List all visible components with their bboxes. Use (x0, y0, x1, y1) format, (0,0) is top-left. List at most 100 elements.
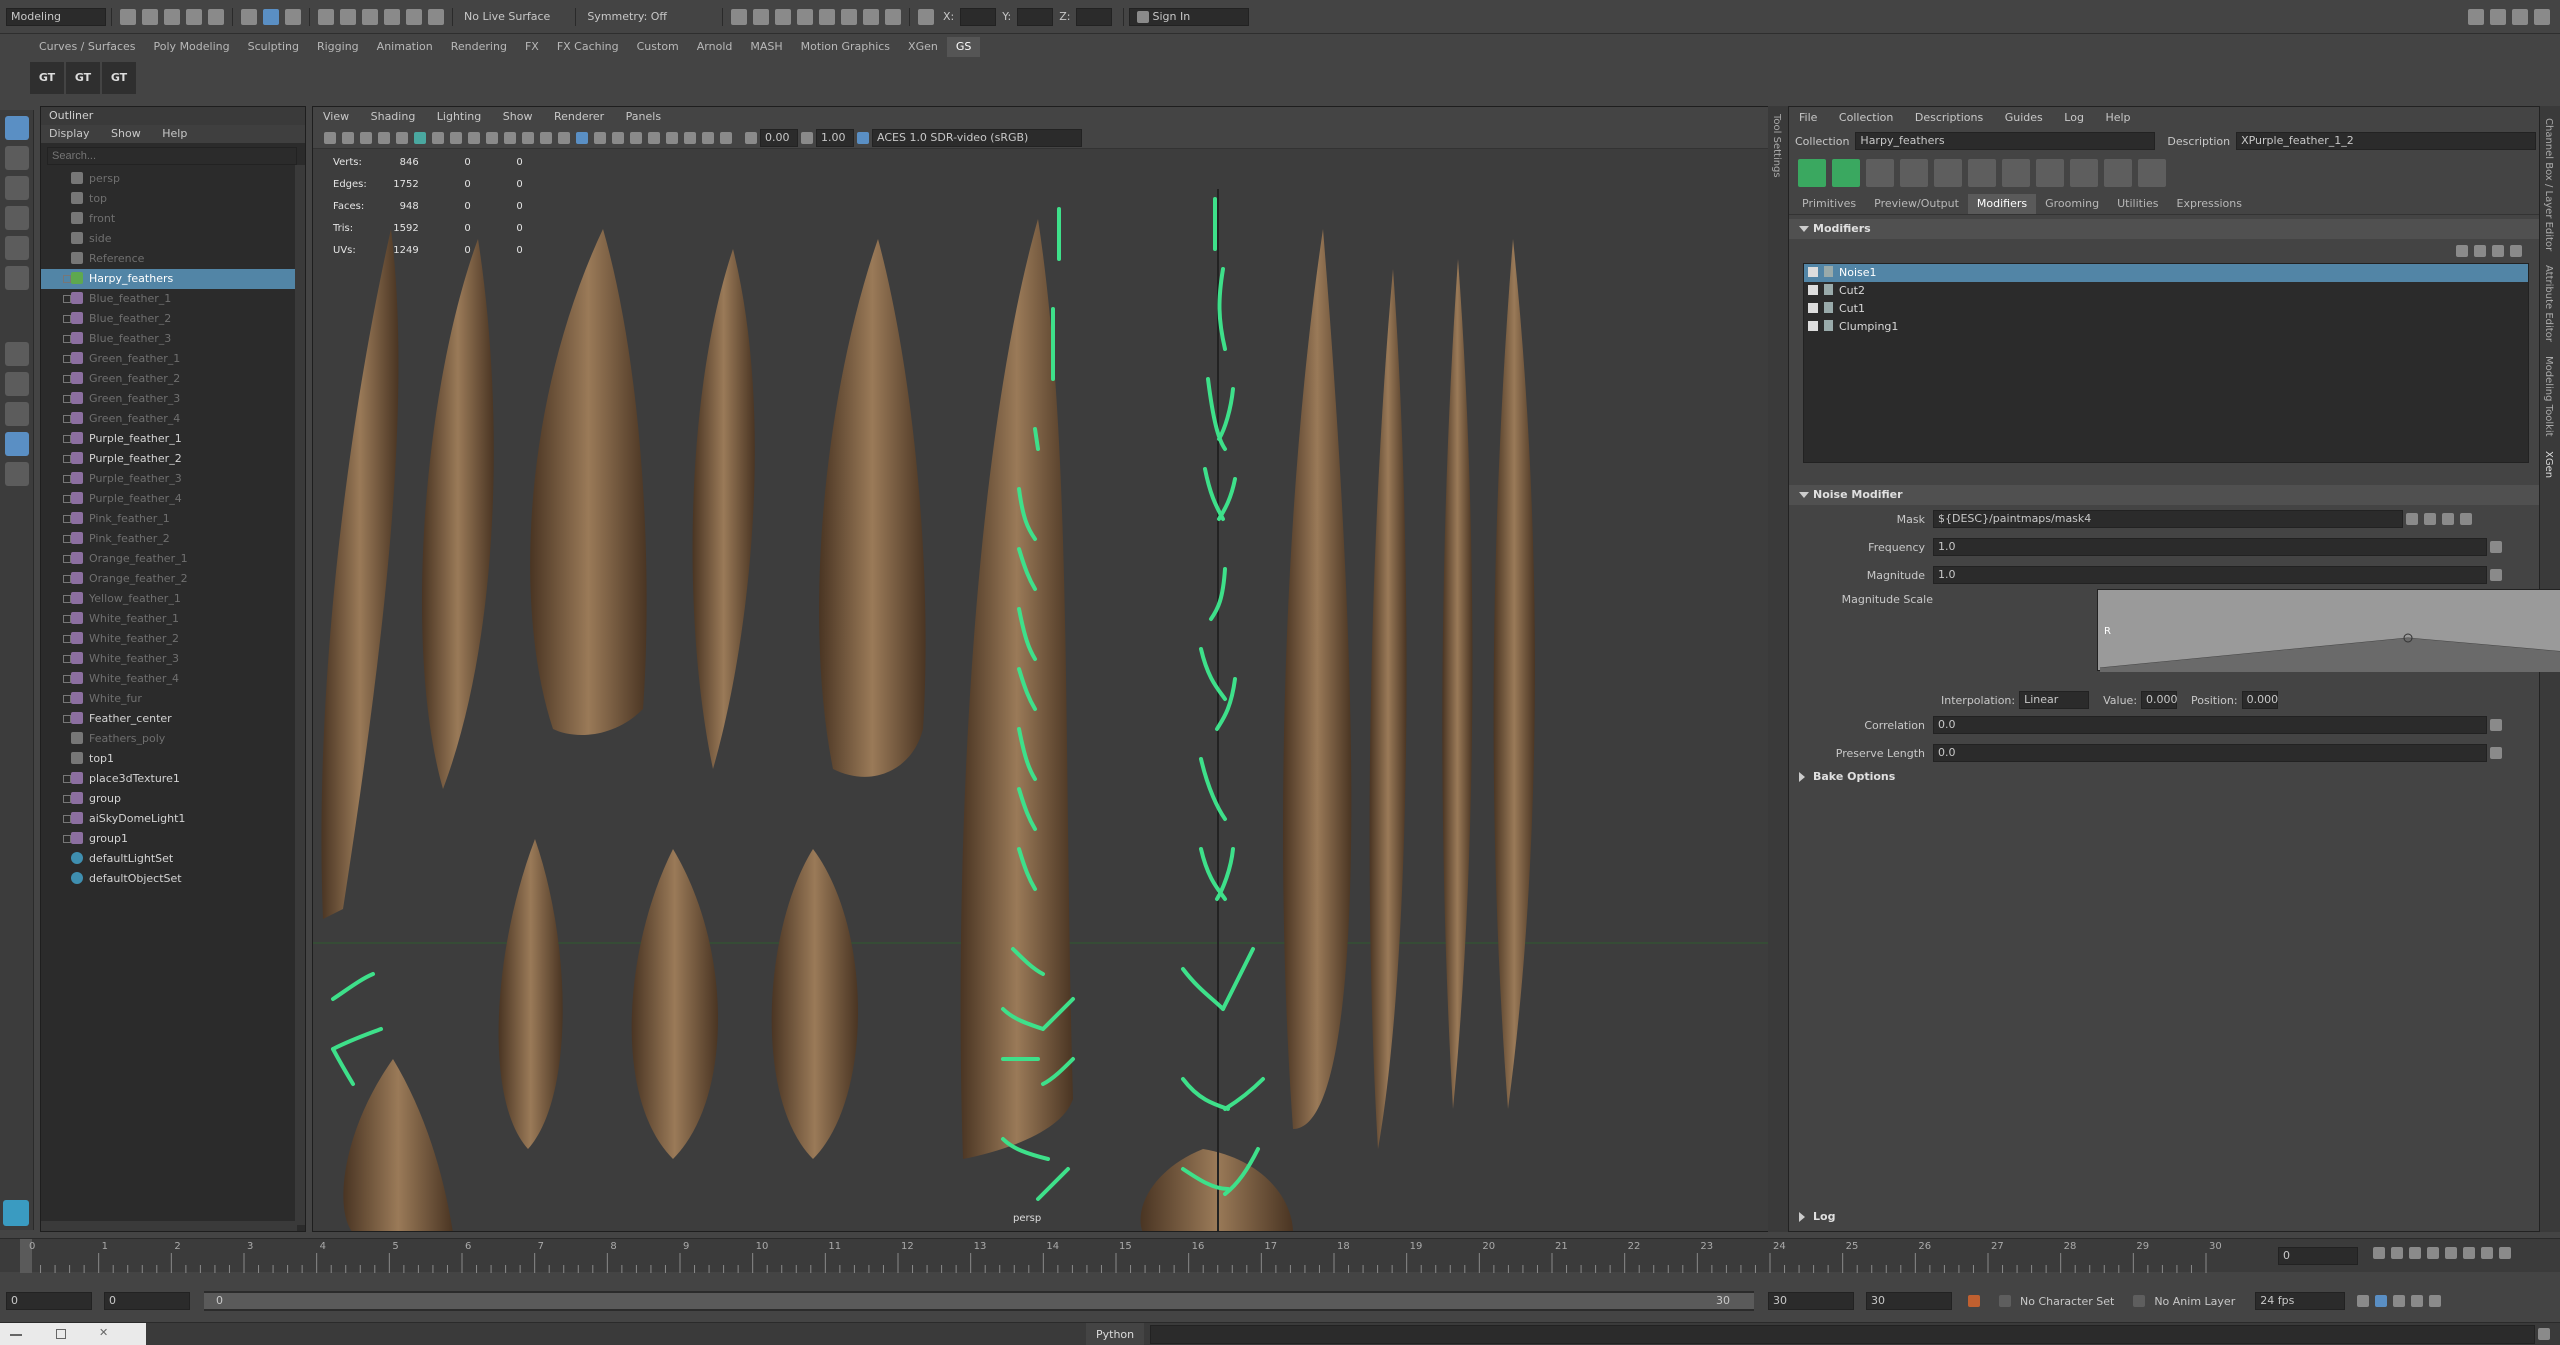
rotate-tool-icon[interactable] (5, 236, 29, 260)
collection-dropdown[interactable]: Harpy_feathers (1855, 132, 2156, 150)
outliner-item[interactable]: White_feather_3 (41, 649, 305, 669)
expression-editor-icon[interactable] (2406, 513, 2418, 525)
ambient-occlusion-icon[interactable] (630, 131, 642, 144)
viewport-scene[interactable] (313, 149, 1770, 1232)
camera-select-icon[interactable] (324, 131, 336, 144)
outliner-item[interactable]: top (41, 189, 305, 209)
move-down-icon[interactable] (2474, 245, 2486, 257)
move-up-icon[interactable] (2456, 245, 2468, 257)
play-forward-icon[interactable] (2445, 1247, 2457, 1259)
magnitude-field[interactable]: 1.0 (1933, 566, 2487, 584)
frequency-options-icon[interactable] (2490, 541, 2502, 553)
minimize-icon[interactable] (10, 1333, 22, 1336)
shadows-icon[interactable] (612, 131, 624, 144)
current-frame-field[interactable]: 0 (2278, 1247, 2358, 1265)
position-field[interactable]: 0.000 (2241, 691, 2278, 709)
outliner-menu-help[interactable]: Help (162, 127, 187, 140)
move-tool-icon[interactable] (5, 206, 29, 230)
expand-toggle-icon[interactable] (63, 335, 71, 343)
modifier-item[interactable]: Noise1 (1804, 264, 2528, 282)
xgen-menu-log[interactable]: Log (2064, 111, 2084, 124)
safe-title-icon[interactable] (504, 131, 516, 144)
outliner-item[interactable]: top1 (41, 749, 305, 769)
settings-icon[interactable] (2534, 8, 2550, 25)
shelf-tab-active[interactable]: GS (946, 37, 981, 57)
script-language-button[interactable]: Python (1086, 1322, 1145, 1345)
xgen-menu-descriptions[interactable]: Descriptions (1915, 111, 1983, 124)
time-slider[interactable]: 0 1 2 3 4 5 6 7 8 9 10 11 12 13 14 15 16 17 18 19 20 21 22 23 24… (0, 1238, 2560, 1273)
expand-toggle-icon[interactable] (63, 615, 71, 623)
hypershade-icon[interactable] (819, 8, 836, 25)
shelf-button-gt[interactable]: GT (102, 62, 136, 94)
fps-dropdown[interactable]: 24 fps (2255, 1292, 2346, 1310)
outliner-item[interactable]: White_fur (41, 689, 305, 709)
shelf-tab[interactable]: FX Caching (548, 37, 628, 57)
render-sequence-icon[interactable] (753, 8, 770, 25)
outliner-menu-show[interactable]: Show (111, 127, 141, 140)
gate-mask-icon[interactable] (450, 131, 462, 144)
image-plane-icon[interactable] (378, 131, 390, 144)
outliner-item[interactable]: defaultLightSet (41, 849, 305, 869)
sculpt-guide-icon[interactable] (1934, 159, 1962, 187)
select-object-icon[interactable] (263, 8, 279, 25)
guide-cv-icon[interactable] (1968, 159, 1996, 187)
symmetry-label[interactable]: Symmetry: Off (587, 10, 667, 23)
mode-selector[interactable]: Modeling (6, 7, 106, 26)
sound-icon[interactable] (2393, 1295, 2406, 1307)
select-tool-icon[interactable] (5, 116, 29, 140)
expand-toggle-icon[interactable] (63, 835, 71, 843)
lighting-icon[interactable] (863, 8, 880, 25)
go-to-end-icon[interactable] (2499, 1247, 2511, 1259)
paint-select-icon[interactable] (5, 176, 29, 200)
outliner-item[interactable]: Yellow_feather_1 (41, 589, 305, 609)
outliner-item[interactable]: Green_feather_3 (41, 389, 305, 409)
restore-icon[interactable] (55, 1328, 66, 1339)
modeling-toolkit-tab[interactable]: Modeling Toolkit (2543, 356, 2554, 437)
folder-icon[interactable] (2442, 513, 2454, 525)
outliner-item[interactable]: side (41, 229, 305, 249)
outliner-item[interactable]: Blue_feather_1 (41, 289, 305, 309)
playback-end-field[interactable]: 30 (1768, 1292, 1854, 1310)
xray-joints-icon[interactable] (720, 131, 732, 144)
outliner-search-input[interactable] (47, 147, 297, 165)
anti-alias-icon[interactable] (666, 131, 678, 144)
outliner-item[interactable]: Pink_feather_2 (41, 529, 305, 549)
shelf-tab[interactable]: XGen (899, 37, 947, 57)
expand-toggle-icon[interactable] (63, 435, 71, 443)
outliner-item[interactable]: White_feather_2 (41, 629, 305, 649)
tab-expressions[interactable]: Expressions (2168, 194, 2251, 214)
shelf-tab[interactable]: Arnold (688, 37, 742, 57)
outliner-item[interactable]: place3dTexture1 (41, 769, 305, 789)
xgen-menu-guides[interactable]: Guides (2005, 111, 2043, 124)
expand-toggle-icon[interactable] (63, 655, 71, 663)
z-field[interactable] (1076, 7, 1113, 26)
outliner-item[interactable]: Pink_feather_1 (41, 509, 305, 529)
expand-toggle-icon[interactable] (63, 275, 71, 283)
range-slider[interactable]: 0 30 (204, 1291, 1754, 1311)
step-forward-key-icon[interactable] (2481, 1247, 2493, 1259)
two-view-icon[interactable] (5, 402, 29, 426)
motion-blur-icon[interactable] (648, 131, 660, 144)
scale-tool-icon[interactable] (5, 266, 29, 290)
noise-modifier-section-header[interactable]: Noise Modifier (1789, 485, 2539, 505)
expand-toggle-icon[interactable] (63, 415, 71, 423)
viewport-menu-panels[interactable]: Panels (626, 110, 661, 123)
exposure-field[interactable]: 0.00 (760, 128, 798, 147)
y-field[interactable] (1017, 7, 1054, 26)
outliner-item[interactable]: Green_feather_1 (41, 349, 305, 369)
xgen-menu-help[interactable]: Help (2105, 111, 2130, 124)
viewport-menu-show[interactable]: Show (503, 110, 533, 123)
script-editor-icon[interactable] (2538, 1328, 2550, 1340)
save-scene-icon[interactable] (164, 8, 180, 25)
xgen-menu-file[interactable]: File (1799, 111, 1817, 124)
modifier-checkbox[interactable] (1808, 267, 1818, 277)
outliner-item[interactable]: persp (41, 169, 305, 189)
smooth-shade-icon[interactable] (540, 131, 552, 144)
outliner-item[interactable]: Purple_feather_2 (41, 449, 305, 469)
lasso-tool-icon[interactable] (5, 146, 29, 170)
command-input[interactable] (1150, 1324, 2535, 1344)
bookmark-icon[interactable] (360, 131, 372, 144)
search-icon[interactable] (5, 462, 29, 486)
xgen-tab[interactable]: XGen (2543, 451, 2554, 478)
expand-toggle-icon[interactable] (63, 555, 71, 563)
